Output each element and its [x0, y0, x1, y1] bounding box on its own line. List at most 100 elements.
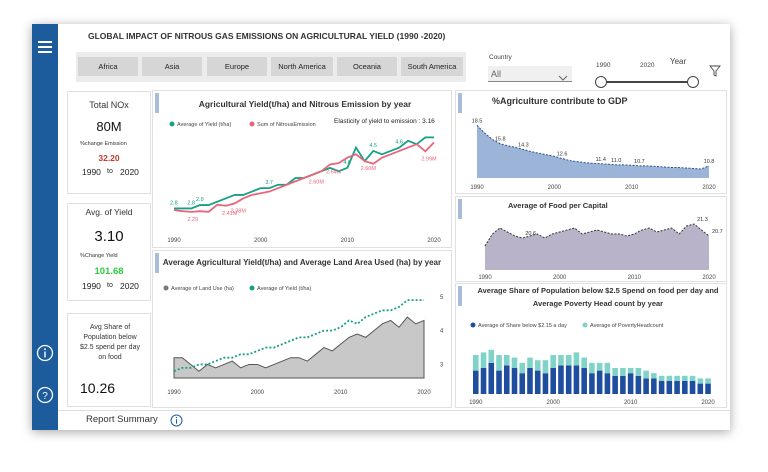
x-tick-label: 2020 [702, 275, 716, 281]
data-label: 2.9 [196, 197, 204, 203]
region-button-africa[interactable]: Africa [78, 57, 138, 76]
region-button-north-america[interactable]: North America [271, 57, 333, 76]
panel-accent [458, 286, 462, 306]
chart-poverty: Average of Share below $2.15 a day Averag… [469, 322, 715, 406]
data-label: 2.60M [361, 166, 377, 172]
bar-share [674, 381, 680, 394]
region-button-europe[interactable]: Europe [207, 57, 267, 76]
x-tick-label: 1990 [470, 185, 484, 191]
data-label: 2.60M [309, 180, 325, 186]
legend-dot [163, 285, 169, 291]
bar-share [488, 362, 495, 394]
data-label: 21.3 [697, 217, 708, 223]
bar-poverty [534, 360, 541, 371]
chart5-title: Average Agricultural Yield(t/ha) and Ave… [162, 258, 442, 267]
x-tick-label: 2000 [548, 185, 562, 191]
bar-share [573, 365, 580, 394]
menu-icon[interactable] [36, 38, 54, 56]
legend-label: Sum of NitrousEmission [257, 122, 316, 128]
kpi-nox-change-label: %change Emission [80, 141, 127, 147]
bar-share [581, 368, 587, 394]
series-line-1 [173, 141, 435, 213]
chart4-title: Average Share of Population below $2.5 S… [477, 286, 719, 308]
bar-poverty [550, 355, 556, 368]
x-tick-label: 2010 [628, 275, 642, 281]
country-dropdown[interactable]: All [488, 66, 572, 82]
bar-share [596, 370, 603, 394]
legend-label: Average of Share below $2.15 a day [478, 323, 567, 329]
data-label: 2.99M [421, 156, 437, 162]
data-label: 2.8 [170, 200, 178, 206]
kpi-share-value: 10.26 [80, 380, 116, 396]
kpi-yield-to: 2020 [120, 281, 139, 291]
legend-dot [470, 322, 476, 328]
bar-poverty [573, 352, 580, 366]
info-icon[interactable] [36, 344, 54, 362]
x-tick-label: 2000 [251, 390, 265, 396]
bar-poverty [565, 355, 572, 366]
bar-poverty [511, 357, 518, 368]
data-label: 2.38M [231, 208, 247, 214]
bar-poverty [604, 362, 611, 374]
region-button-asia[interactable]: Asia [142, 57, 202, 76]
region-button-oceania[interactable]: Oceania [337, 57, 397, 76]
series-area-land-use [173, 316, 425, 379]
bar-share [542, 373, 549, 394]
bar-poverty [558, 355, 564, 366]
region-button-south-america[interactable]: South America [401, 57, 463, 76]
bar-poverty [689, 375, 696, 381]
bar-share [651, 378, 657, 394]
legend-label: Average of Land Use (ha) [171, 286, 234, 292]
data-label: 4.6 [395, 140, 403, 146]
nav-rail: ? [32, 24, 58, 430]
bar-poverty [635, 368, 642, 376]
data-label: 10.8 [704, 159, 715, 165]
bar-share [496, 370, 502, 394]
bar-share [612, 375, 618, 394]
kpi-yield-title: Avg. of Yield [85, 207, 133, 217]
panel-accent [155, 93, 159, 113]
bar-share [643, 378, 649, 394]
data-label: 18.5 [472, 118, 483, 124]
kpi-yield-change-value: 101.68 [94, 266, 124, 277]
kpi-yield-change-label: %Change Yield [80, 253, 118, 259]
x-tick-label: 2020 [702, 185, 716, 191]
panel-accent [458, 93, 462, 113]
kpi-nox-to-word: to [107, 168, 113, 175]
chart3-title: Average of Food per Capital [508, 201, 608, 210]
legend-label: Average of PovertyHeadcount [590, 323, 664, 329]
year-start-label: 1990 [596, 62, 611, 69]
year-slider-handle-start[interactable] [595, 76, 607, 88]
bar-poverty [596, 362, 603, 371]
y-tick-label: 4 [440, 329, 444, 335]
legend-dot [582, 322, 588, 328]
data-label: 10.7 [634, 159, 645, 165]
year-slider-track[interactable] [601, 81, 693, 83]
x-tick-label: 2010 [625, 185, 639, 191]
data-label: 2.29 [187, 217, 198, 223]
data-label: 20.6 [525, 231, 536, 237]
kpi-yield-to-word: to [107, 282, 113, 289]
kpi-yield-from: 1990 [82, 281, 101, 291]
bar-poverty [480, 352, 487, 368]
filter-icon[interactable] [709, 64, 721, 82]
report-summary-tab[interactable]: Report Summary [86, 414, 158, 425]
svg-text:?: ? [42, 391, 48, 402]
bar-poverty [542, 360, 549, 374]
bar-poverty [658, 375, 665, 381]
year-slider-handle-end[interactable] [687, 76, 699, 88]
data-label: 11.0 [611, 158, 621, 164]
kpi-yield-value: 3.10 [94, 228, 124, 245]
data-label: 4.6 [343, 160, 351, 166]
series-area [477, 125, 709, 178]
kpi-nox-title: Total NOx [89, 100, 129, 110]
chevron-down-icon [558, 69, 568, 87]
bar-poverty [705, 378, 711, 384]
bar-poverty [589, 362, 595, 374]
info-icon[interactable] [170, 414, 183, 432]
chart-yield-emission: Average of Yield (t/ha) Sum of NitrousEmi… [167, 121, 441, 244]
help-icon[interactable]: ? [36, 386, 54, 404]
kpi-nox-to: 2020 [120, 167, 139, 177]
x-tick-label: 1990 [478, 275, 492, 281]
bar-poverty [666, 375, 673, 381]
